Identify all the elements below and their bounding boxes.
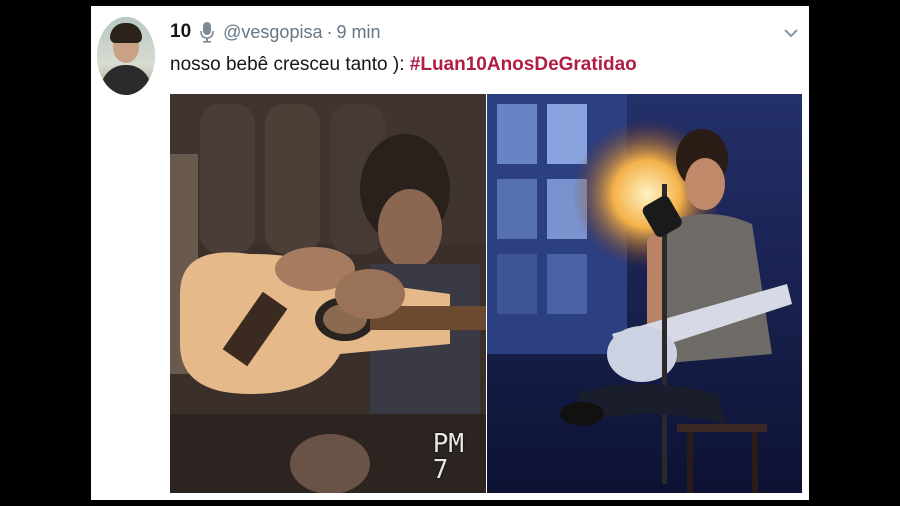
tweet-card[interactable]: 10 @vesgopisa · 9 min nosso bebê cresceu… (91, 6, 809, 500)
chevron-down-icon[interactable] (783, 26, 799, 38)
video-timestamp: PM 7 (433, 431, 464, 483)
tweet-body: nosso bebê cresceu tanto ): (170, 54, 410, 75)
user-handle[interactable]: @vesgopisa (223, 22, 322, 43)
photo-childhood-guitar[interactable]: PM 7 (170, 94, 486, 493)
stamp-line-1: PM (432, 429, 464, 459)
photo-concert-guitar[interactable] (487, 94, 802, 493)
tweet-timestamp[interactable]: 9 min (336, 22, 380, 43)
tweet-text: nosso bebê cresceu tanto ): #Luan10AnosD… (170, 54, 637, 76)
hashtag-link[interactable]: #Luan10AnosDeGratidao (410, 54, 637, 75)
stamp-line-2: 7 (432, 455, 449, 485)
avatar[interactable] (97, 17, 155, 95)
separator-dot: · (326, 21, 333, 42)
microphone-icon (200, 21, 214, 43)
tweet-header: 10 @vesgopisa · 9 min (170, 20, 380, 44)
display-name[interactable]: 10 (170, 21, 191, 43)
